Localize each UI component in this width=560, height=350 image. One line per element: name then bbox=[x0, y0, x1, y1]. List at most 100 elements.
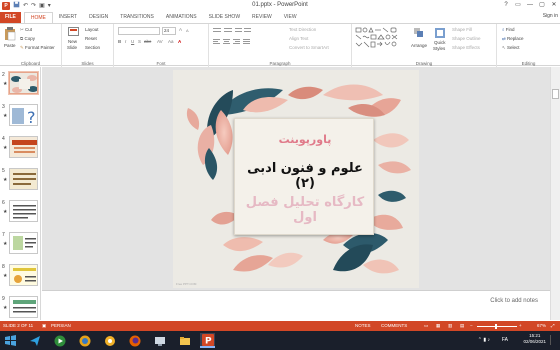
alignment-icons[interactable] bbox=[213, 39, 273, 48]
input-language[interactable]: FA bbox=[502, 337, 508, 343]
new-slide-label-2[interactable]: Slide bbox=[67, 45, 77, 50]
select-button[interactable]: ↖ Select bbox=[502, 45, 520, 51]
text-direction-button[interactable]: Text Direction bbox=[289, 27, 316, 32]
tab-insert[interactable]: INSERT bbox=[53, 12, 83, 23]
language-indicator[interactable]: PERSIAN bbox=[51, 323, 71, 328]
tab-view[interactable]: VIEW bbox=[278, 12, 303, 23]
zoom-out-button[interactable]: − bbox=[470, 323, 473, 328]
file-explorer-icon[interactable] bbox=[177, 333, 192, 348]
slideshow-view-icon[interactable]: ▤ bbox=[460, 323, 464, 329]
powerpoint-taskbar-icon[interactable]: P bbox=[200, 333, 215, 348]
layout-button[interactable]: Layout bbox=[85, 27, 99, 32]
firefox-icon[interactable] bbox=[127, 333, 142, 348]
sign-in-link[interactable]: Sign in bbox=[543, 13, 558, 19]
tab-design[interactable]: DESIGN bbox=[83, 12, 114, 23]
replace-button[interactable]: ⇄ Replace bbox=[502, 36, 524, 42]
paste-icon[interactable] bbox=[4, 27, 16, 43]
slide-thumbnail[interactable]: 7 ★ bbox=[0, 231, 40, 257]
shrink-font-button[interactable]: A bbox=[186, 28, 189, 33]
format-painter-button[interactable]: ✎ Format Painter bbox=[20, 45, 55, 51]
zoom-in-button[interactable]: + bbox=[519, 323, 522, 328]
minimize-button[interactable]: — bbox=[524, 0, 536, 11]
scrollbar-thumb[interactable] bbox=[552, 89, 559, 99]
shape-outline-button[interactable]: Shape Outline bbox=[452, 36, 481, 41]
slide-thumbnail[interactable]: 8 ★ bbox=[0, 263, 40, 289]
slide-thumbnail[interactable]: 5 ★ bbox=[0, 167, 40, 193]
strikethrough-button[interactable]: abc bbox=[144, 39, 151, 44]
slide-title-line-3[interactable]: کارگاه تحلیل فصل اول bbox=[235, 195, 375, 225]
tab-slide-show[interactable]: SLIDE SHOW bbox=[203, 12, 246, 23]
maximize-button[interactable]: ▢ bbox=[536, 0, 548, 11]
send-icon[interactable] bbox=[27, 333, 42, 348]
convert-smartart-button[interactable]: Convert to SmartArt bbox=[289, 45, 329, 50]
title-text-frame[interactable]: پاورپوینت علوم و فنون ادبی (۲) کارگاه تح… bbox=[234, 118, 374, 235]
new-slide-icon[interactable] bbox=[68, 27, 79, 39]
reset-button[interactable]: Reset bbox=[85, 36, 97, 41]
section-button[interactable]: Section bbox=[85, 45, 100, 50]
tab-animations[interactable]: ANIMATIONS bbox=[160, 12, 203, 23]
display-icon[interactable] bbox=[152, 333, 167, 348]
vertical-scrollbar[interactable] bbox=[550, 67, 560, 320]
slide-sorter-icon[interactable]: ▦ bbox=[436, 323, 440, 329]
align-text-button[interactable]: Align Text bbox=[289, 36, 308, 41]
fit-to-window-icon[interactable]: ⤢ bbox=[551, 323, 555, 328]
underline-button[interactable]: U bbox=[131, 39, 134, 44]
quick-styles-icon[interactable] bbox=[435, 28, 445, 40]
change-case-button[interactable]: Aa bbox=[168, 39, 174, 44]
quick-styles-label-2[interactable]: Styles bbox=[433, 46, 445, 51]
cut-button[interactable]: ✂ Cut bbox=[20, 27, 32, 33]
media-player-icon[interactable] bbox=[52, 333, 67, 348]
shadow-button[interactable]: S bbox=[138, 39, 141, 44]
slide-title-line-1[interactable]: پاورپوینت bbox=[235, 133, 375, 146]
show-desktop-button[interactable] bbox=[550, 335, 558, 345]
browser-icon[interactable] bbox=[77, 333, 92, 348]
find-button[interactable]: ⌕ Find bbox=[502, 27, 515, 32]
font-color-button[interactable]: A bbox=[178, 39, 181, 44]
tab-review[interactable]: REVIEW bbox=[246, 12, 278, 23]
slide-thumbnail[interactable]: 6 ★ bbox=[0, 199, 40, 225]
arrange-button[interactable]: Arrange bbox=[411, 43, 427, 48]
slide-thumbnail-panel[interactable]: 2 ★ 3 ★ ? 4 ★ 5 ★ 6 ★ 7 ★ 8 ★ 9 ★ bbox=[0, 67, 41, 320]
notes-button[interactable]: NOTES bbox=[355, 323, 371, 328]
notes-placeholder[interactable]: Click to add notes bbox=[490, 298, 538, 304]
font-name-box[interactable] bbox=[118, 27, 160, 35]
proofing-icon[interactable]: ▣ bbox=[42, 323, 46, 329]
paste-button[interactable]: Paste bbox=[4, 43, 16, 48]
arrange-icon[interactable] bbox=[414, 28, 424, 40]
normal-view-icon[interactable]: ▭ bbox=[424, 323, 428, 329]
start-button-icon[interactable] bbox=[3, 333, 18, 348]
new-slide-label-1[interactable]: New bbox=[68, 39, 77, 44]
zoom-level[interactable]: 67% bbox=[537, 323, 546, 328]
explorer-settings-icon[interactable] bbox=[102, 333, 117, 348]
tab-file[interactable]: FILE bbox=[0, 12, 21, 23]
font-size-box[interactable]: 24 bbox=[162, 27, 176, 35]
shape-effects-button[interactable]: Shape Effects bbox=[452, 45, 480, 50]
tray-icons[interactable]: ⌃ ▮ ♪ bbox=[478, 337, 490, 343]
slide-thumbnail[interactable]: 3 ★ ? bbox=[0, 103, 40, 129]
bold-button[interactable]: B bbox=[118, 39, 121, 44]
tab-transitions[interactable]: TRANSITIONS bbox=[114, 12, 160, 23]
quick-styles-label-1[interactable]: Quick bbox=[434, 40, 446, 45]
help-icon[interactable]: ? bbox=[500, 0, 512, 11]
comments-button[interactable]: COMMENTS bbox=[381, 323, 407, 328]
slide-thumbnail[interactable]: 2 ★ bbox=[0, 71, 40, 97]
grow-font-button[interactable]: A bbox=[179, 27, 182, 32]
italic-button[interactable]: I bbox=[125, 39, 126, 44]
slide-editor[interactable]: پاورپوینت علوم و فنون ادبی (۲) کارگاه تح… bbox=[42, 67, 550, 320]
shapes-gallery[interactable] bbox=[355, 27, 407, 51]
zoom-slider[interactable] bbox=[477, 326, 517, 327]
bullets-icon[interactable] bbox=[213, 27, 253, 36]
character-spacing-button[interactable]: AV bbox=[157, 39, 163, 44]
current-slide[interactable]: پاورپوینت علوم و فنون ادبی (۲) کارگاه تح… bbox=[173, 70, 419, 288]
close-button[interactable]: ✕ bbox=[548, 0, 560, 11]
tab-home[interactable]: HOME bbox=[23, 12, 53, 23]
shape-fill-button[interactable]: Shape Fill bbox=[452, 27, 472, 32]
slide-title-line-2[interactable]: علوم و فنون ادبی (۲) bbox=[235, 161, 375, 191]
ribbon-display-options-icon[interactable]: ▭ bbox=[512, 0, 524, 11]
zoom-slider-thumb[interactable] bbox=[495, 324, 497, 329]
system-clock[interactable]: 15:21 02/06/2021 bbox=[523, 333, 546, 345]
slide-thumbnail[interactable]: 9 ★ bbox=[0, 295, 40, 320]
notes-pane[interactable]: Click to add notes bbox=[42, 290, 550, 320]
copy-button[interactable]: ⧉ Copy bbox=[20, 36, 35, 41]
slide-thumbnail[interactable]: 4 ★ bbox=[0, 135, 40, 161]
